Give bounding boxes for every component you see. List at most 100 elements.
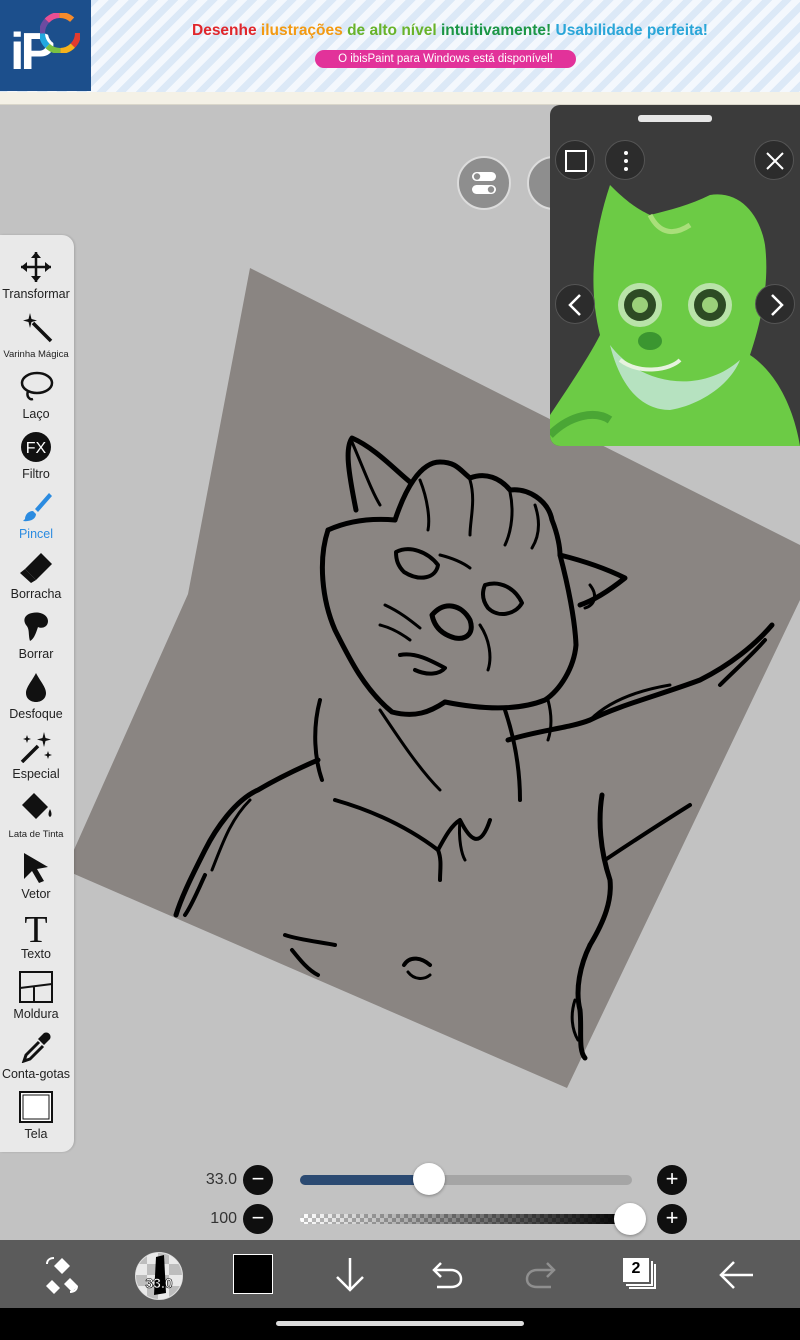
tool-label: Transformar bbox=[2, 287, 70, 301]
tool-label: Laço bbox=[22, 407, 50, 421]
toggle-switch-icon bbox=[472, 172, 496, 194]
brush-preview-button[interactable]: 33.0 bbox=[135, 1252, 183, 1300]
reference-menu-button[interactable] bbox=[605, 140, 645, 180]
tool-blur[interactable]: Desfoque bbox=[0, 663, 72, 723]
tool-magic-wand[interactable]: Varinha Mágica bbox=[0, 303, 72, 363]
banner-title-segment: Usabilidade perfeita! bbox=[555, 22, 708, 39]
opacity-value: 100 bbox=[210, 1210, 237, 1227]
banner-divider bbox=[0, 92, 800, 105]
tool-special[interactable]: Especial bbox=[0, 723, 72, 783]
chevron-left-icon bbox=[568, 294, 581, 316]
banner-title-segment: intuitivamente! bbox=[440, 22, 556, 39]
reference-next-button[interactable] bbox=[755, 284, 795, 324]
brush-icon bbox=[23, 493, 52, 522]
tool-canvas[interactable]: Tela bbox=[0, 1083, 72, 1143]
sparkle-icon bbox=[20, 732, 52, 763]
swap-tools-icon bbox=[46, 1257, 78, 1294]
chevron-right-icon bbox=[771, 294, 784, 316]
layers-count: 2 bbox=[631, 1260, 641, 1277]
tool-filter[interactable]: FX Filtro bbox=[0, 423, 72, 483]
opacity-slider-track[interactable] bbox=[300, 1214, 630, 1224]
tool-label: Especial bbox=[12, 767, 60, 781]
tool-label: Lata de Tinta bbox=[8, 829, 64, 840]
brush-size-slider-fill bbox=[300, 1175, 430, 1185]
reference-close-button[interactable] bbox=[754, 140, 794, 180]
banner-title: Desenhe ilustrações de alto nível intuit… bbox=[120, 22, 780, 40]
reference-window[interactable] bbox=[550, 105, 800, 446]
square-icon bbox=[565, 150, 587, 172]
lasso-icon bbox=[20, 371, 54, 401]
tool-vector[interactable]: Vetor bbox=[0, 843, 72, 903]
smudge-icon bbox=[24, 612, 48, 641]
opacity-increase-button[interactable]: + bbox=[657, 1204, 687, 1234]
tool-label: Filtro bbox=[22, 467, 50, 481]
tool-label: Texto bbox=[21, 947, 51, 961]
tool-eraser[interactable]: Borracha bbox=[0, 543, 72, 603]
tool-palette: Transformar Varinha Mágica Laço FX Filtr… bbox=[0, 235, 74, 1152]
more-vertical-icon bbox=[624, 151, 628, 171]
canvas-icon bbox=[19, 1091, 53, 1123]
tool-label: Moldura bbox=[13, 1007, 59, 1021]
redo-button[interactable] bbox=[517, 1250, 567, 1300]
arrow-left-icon bbox=[719, 1261, 753, 1289]
eyedropper-icon bbox=[21, 1032, 51, 1063]
frame-icon bbox=[19, 971, 53, 1003]
windows-available-pill[interactable]: O ibisPaint para Windows está disponível… bbox=[315, 50, 576, 68]
fx-icon: FX bbox=[21, 432, 51, 462]
move-arrows-icon bbox=[21, 252, 51, 282]
vector-cursor-icon bbox=[24, 853, 48, 883]
text-icon: T bbox=[24, 911, 47, 943]
brush-size-badge: 33.0 bbox=[145, 1275, 173, 1292]
tool-label: Borracha bbox=[10, 587, 62, 601]
download-button[interactable] bbox=[325, 1250, 375, 1300]
fill-bucket-icon bbox=[22, 793, 52, 819]
text-icon-glyph: T bbox=[24, 911, 47, 943]
close-icon bbox=[766, 152, 784, 170]
redo-icon bbox=[525, 1262, 556, 1289]
toggle-ui-button[interactable] bbox=[457, 156, 511, 210]
layers-button[interactable]: 2 bbox=[613, 1250, 663, 1300]
brush-size-slider-track[interactable] bbox=[300, 1175, 632, 1185]
blur-drop-icon bbox=[26, 673, 46, 702]
tool-label: Vetor bbox=[21, 887, 51, 901]
tool-fill[interactable]: Lata de Tinta bbox=[0, 783, 72, 843]
tool-lasso[interactable]: Laço bbox=[0, 363, 72, 423]
brush-size-increase-button[interactable]: + bbox=[657, 1165, 687, 1195]
tool-brush[interactable]: Pincel bbox=[0, 483, 72, 543]
banner-title-segment: de alto nível bbox=[347, 22, 441, 39]
undo-button[interactable] bbox=[421, 1250, 471, 1300]
reference-prev-button[interactable] bbox=[555, 284, 595, 324]
opacity-decrease-button[interactable]: − bbox=[243, 1204, 273, 1234]
brush-size-value: 33.0 bbox=[205, 1171, 237, 1188]
ibispaint-logo: iP bbox=[0, 0, 91, 91]
back-button[interactable] bbox=[711, 1250, 761, 1300]
ad-banner[interactable]: iP Desenhe ilustrações de alto nível int… bbox=[0, 0, 800, 92]
tool-transform[interactable]: Transformar bbox=[0, 243, 72, 303]
tool-label: Tela bbox=[24, 1127, 48, 1141]
reference-fit-button[interactable] bbox=[555, 140, 595, 180]
brush-size-decrease-button[interactable]: − bbox=[243, 1165, 273, 1195]
tool-label: Pincel bbox=[18, 527, 54, 541]
tool-smudge[interactable]: Borrar bbox=[0, 603, 72, 663]
magic-wand-icon bbox=[23, 313, 53, 343]
tool-eyedropper[interactable]: Conta-gotas bbox=[0, 1023, 72, 1083]
tool-label: Varinha Mágica bbox=[3, 349, 69, 360]
arrow-down-icon bbox=[336, 1258, 364, 1292]
brush-eraser-swap-button[interactable] bbox=[37, 1250, 87, 1300]
home-gesture-pill[interactable] bbox=[276, 1321, 524, 1326]
tool-label: Borrar bbox=[18, 647, 54, 661]
undo-icon bbox=[432, 1262, 463, 1289]
banner-title-segment: ilustrações bbox=[260, 22, 348, 39]
bottom-toolbar bbox=[0, 1240, 800, 1308]
eraser-icon bbox=[20, 553, 52, 583]
opacity-slider-thumb[interactable] bbox=[614, 1203, 646, 1235]
tool-label: Conta-gotas bbox=[1, 1067, 71, 1081]
fx-icon-text: FX bbox=[26, 440, 47, 457]
banner-title-segment: Desenhe bbox=[192, 22, 261, 39]
color-wheel-icon bbox=[40, 13, 80, 53]
tool-frame[interactable]: Moldura bbox=[0, 963, 72, 1023]
tool-text[interactable]: T Texto bbox=[0, 903, 72, 963]
reference-drag-handle[interactable] bbox=[638, 115, 712, 122]
tool-label: Desfoque bbox=[9, 707, 63, 721]
current-color-swatch[interactable] bbox=[233, 1254, 273, 1294]
